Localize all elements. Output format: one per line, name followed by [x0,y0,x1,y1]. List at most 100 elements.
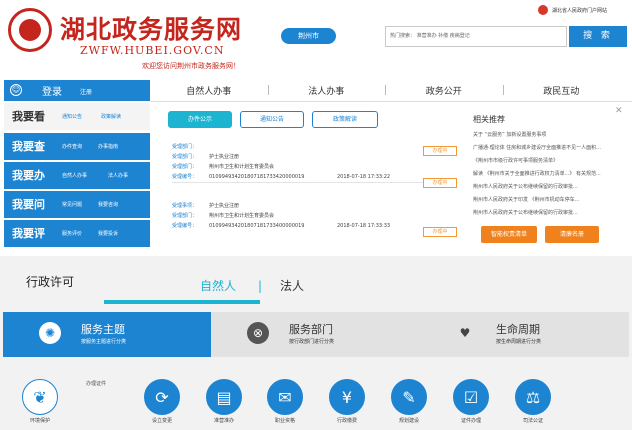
menu-item-view[interactable]: 我要看 通知公告 政策解读 [4,103,150,130]
power-list-button[interactable]: 智能权责清单 [481,226,537,243]
recommend-item[interactable]: 关于 “云服务” 加新设置服务事项 [473,131,615,138]
menu-sub-link[interactable]: 办件查询 [62,143,82,150]
recommend-item[interactable]: 荆州市人民政府关于公布继续保留的行政审批... [473,209,615,216]
menu-item-evaluate[interactable]: 我要评 服务评价 我要投诉 [4,220,150,247]
recommend-item[interactable]: 荆州市人民政府关于公布继续保留的行政审批... [473,183,615,190]
record-value: 护士执业注册 [209,154,240,160]
city-switch-button[interactable]: 荆州市 [281,28,336,44]
menu-sub-link[interactable]: 法人办事 [108,172,128,179]
tab-legal-person[interactable]: 法人 [280,277,304,294]
recommend-item[interactable]: 《荆州市市级行政许可事项服务清单》 [473,157,615,164]
nav-legal-person[interactable]: 法人办事 [267,84,386,97]
record-label: 受理事项： [172,203,198,209]
login-bar[interactable]: ☺ 登录 注册 [4,80,150,101]
tab-case-publicity[interactable]: 办件公示 [168,111,232,128]
service-payment[interactable]: ¥ 行政缴费 [327,379,367,424]
category-department[interactable]: ⊗ 服务部门 按行政部门进行分类 [211,312,418,357]
refresh-icon: ⟳ [144,379,180,415]
menu-sub-link[interactable]: 办事指南 [98,143,118,150]
section-title: 行政许可 [26,275,75,289]
menu-title: 我要看 [12,110,45,123]
case-record[interactable]: 受理部门： 办理中 受理部门： 护士执业注册 受理部门： 荆州市卫生和计划生育委员会 … [172,142,458,188]
nav-government-affairs[interactable]: 政务公开 [385,84,503,97]
scale-icon: ⚖ [515,379,551,415]
certificate-icon: ✉ [267,379,303,415]
status-badge: 办理中 [423,227,457,237]
case-record[interactable]: 受理事项： 护士执业注册 受理部门： 荆州市卫生和计划生育委员会 受理编号： 0109… [172,201,458,237]
record-label: 受理部门： [172,154,198,160]
service-qualification[interactable]: ✉ 职业资格 [265,379,305,424]
search-input[interactable]: 热门搜索： 准营准办 补缴 疾病登记 [385,26,567,47]
menu-title: 我要评 [12,227,45,240]
building-icon: ✎ [391,379,427,415]
department-icon: ⊗ [247,322,269,344]
category-sub: 按行政部门进行分类 [289,339,335,345]
menu-sub-link[interactable]: 服务评价 [62,230,82,237]
record-value: 荆州市卫生和计划生育委员会 [209,164,275,170]
menu-sub-link[interactable]: 我要咨询 [98,201,118,208]
menu-title: 我要查 [12,140,45,153]
login-button[interactable]: 登录 [42,83,62,98]
site-logo[interactable] [8,8,52,52]
recommend-item[interactable]: 荆州市人民政府关于印发 《荆州市机动车停车... [473,196,615,203]
menu-sub-link[interactable]: 常见问题 [62,201,82,208]
service-setup-change[interactable]: ⟳ 设立变更 [142,379,182,424]
record-time: 2018-07-18 17:33:33 [337,223,391,229]
status-badge: 办理中 [423,178,457,188]
nav-natural-person[interactable]: 自然人办事 [150,84,268,97]
site-domain: ZWFW.HUBEI.GOV.CN [80,44,225,57]
record-value: 010994934201807181733420000019 [209,174,305,180]
search-button[interactable]: 搜 索 [569,26,627,47]
tab-policy[interactable]: 政策解读 [312,111,378,128]
tab-natural-person[interactable]: 自然人 [200,277,236,294]
menu-item-handle[interactable]: 我要办 自然人办事 法人办事 [4,162,150,189]
service-label: 规划建设 [398,418,419,424]
id-card-icon: ☑ [453,379,489,415]
provincial-portal-link[interactable]: 湖北省人民政府门户网站 [552,7,607,14]
menu-title: 我要办 [12,169,45,182]
menu-title: 我要问 [12,198,45,211]
record-label: 受理编号： [172,223,198,229]
service-license[interactable]: ▤ 准营准办 [204,379,244,424]
service-id-card[interactable]: ☑ 证件办理 [451,379,491,424]
nav-interaction[interactable]: 政民互动 [502,84,621,97]
service-label: 行政缴费 [336,418,357,424]
record-time: 2018-07-18 17:33:22 [337,174,391,180]
payment-icon: ¥ [329,379,365,415]
record-value: 荆州市卫生和计划生育委员会 [209,213,275,219]
record-value: 010994934201807181733400000019 [209,223,305,229]
record-label: 受理编号： [172,174,198,180]
license-icon: ▤ [206,379,242,415]
register-link[interactable]: 注册 [80,87,92,96]
recommend-item[interactable]: 广播通·理论体 住房和城乡建设厅全面推进不见一人面积... [473,144,615,151]
category-sub: 按生命周期进行分类 [496,339,542,345]
service-planning[interactable]: ✎ 规划建设 [389,379,429,424]
menu-sub-link[interactable]: 自然人办事 [62,172,87,179]
category-lifecycle[interactable]: ♥ 生命周期 按生命周期进行分类 [418,312,629,357]
category-label: 生命周期 [496,323,540,336]
service-label: 环境保护 [29,418,50,424]
recommend-item[interactable]: 解读 《荆州市关于全面推进行政权力清单...》 有关规范... [473,170,615,177]
user-icon: ☺ [10,84,22,96]
service-notary[interactable]: ⚖ 司法公证 [513,379,553,424]
category-service-topic[interactable]: ✺ 服务主题 按服务主题进行分类 [3,312,211,357]
welcome-text: 欢迎您访问荆州市政务服务网！ [142,62,240,70]
services-heading: 办理证件 [86,381,107,387]
active-tab-underline [104,300,260,304]
tab-notices[interactable]: 通知公告 [240,111,304,128]
menu-item-query[interactable]: 我要查 办件查询 办事指南 [4,133,150,160]
close-icon[interactable]: ✕ [615,106,623,116]
aperture-icon: ✺ [39,322,61,344]
integrity-list-button[interactable]: 清廉名册 [545,226,599,243]
category-label: 服务主题 [81,323,125,336]
menu-sub-link[interactable]: 我要投诉 [98,230,118,237]
menu-sub-link[interactable]: 通知公告 [62,113,82,120]
site-title: 湖北政务服务网 [60,15,243,44]
menu-sub-link[interactable]: 政策解读 [101,113,121,120]
recommend-title: 相关推荐 [473,115,505,124]
record-value: 护士执业注册 [209,203,240,209]
service-environment[interactable]: ❦ 环境保护 [20,379,60,424]
service-label: 设立变更 [151,418,172,424]
main-nav: 自然人办事 法人办事 政务公开 政民互动 [150,80,620,101]
menu-item-ask[interactable]: 我要问 常见问题 我要咨询 [4,191,150,218]
